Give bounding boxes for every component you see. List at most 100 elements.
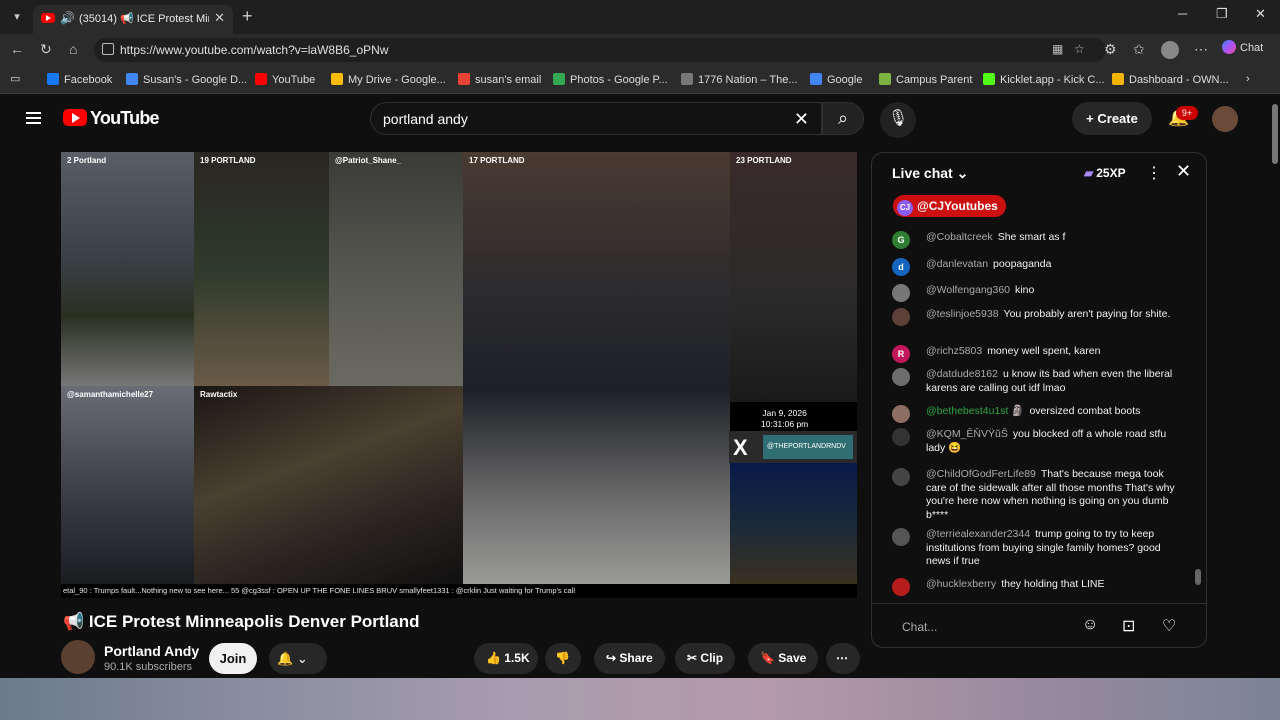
chat-close-icon[interactable]: ✕ xyxy=(1176,161,1191,182)
video-panel: @Patriot_Shane_ xyxy=(329,152,463,386)
extensions-icon[interactable]: ⚙ xyxy=(1104,41,1117,58)
chat-avatar[interactable] xyxy=(892,578,910,596)
bookmark-icon: 🔖 xyxy=(760,651,775,665)
reading-list-icon[interactable]: ▭ xyxy=(10,72,20,85)
bookmark-photos[interactable]: Photos - Google P... xyxy=(553,73,668,86)
video-title: 📢 ICE Protest Minneapolis Denver Portlan… xyxy=(63,612,420,631)
channel-avatar[interactable] xyxy=(61,640,95,674)
chat-scrollbar[interactable] xyxy=(1194,229,1202,599)
voice-search-button[interactable]: 🎙 xyxy=(880,102,916,138)
join-button[interactable]: Join xyxy=(209,643,257,674)
bookmark-dashboard[interactable]: Dashboard - OWN... xyxy=(1112,73,1229,86)
chat-avatar[interactable] xyxy=(892,368,910,386)
bookmark-google-docs[interactable]: Susan's - Google D... xyxy=(126,73,247,86)
video-panel-main: 17 PORTLAND xyxy=(463,152,730,584)
drive-icon xyxy=(331,73,343,85)
more-actions-button[interactable]: ⋯ xyxy=(826,643,860,674)
copilot-chat-button[interactable]: Chat xyxy=(1222,40,1263,54)
chat-avatar[interactable] xyxy=(892,284,910,302)
x-handle: @THEPORTLANDRNDV xyxy=(763,435,853,459)
subscription-bell-button[interactable]: 🔔 ⌄ xyxy=(269,643,327,674)
copilot-icon xyxy=(1222,40,1236,54)
speaker-icon[interactable]: 🔊 xyxy=(60,11,75,25)
live-chat-mode-dropdown[interactable]: Live chat ⌄ xyxy=(892,165,968,182)
account-avatar[interactable] xyxy=(1212,106,1238,132)
bookmark-kicklet[interactable]: Kicklet.app - Kick C... xyxy=(983,73,1105,86)
chat-message: @terriealexander2344 trump going to try t… xyxy=(892,528,1182,569)
chat-avatar[interactable] xyxy=(892,405,910,423)
youtube-logo-text[interactable]: YouTube xyxy=(90,108,160,129)
clear-search-icon[interactable]: ✕ xyxy=(794,109,809,130)
site-info-icon[interactable] xyxy=(102,43,114,55)
bookmarks-overflow-icon[interactable]: › xyxy=(1246,73,1250,85)
pinned-avatar: CJ xyxy=(897,200,913,216)
heart-icon[interactable]: ♡ xyxy=(1162,616,1176,636)
reload-icon[interactable]: ↻ xyxy=(40,41,52,58)
chat-message: R @richz5803 money well spent, karen xyxy=(892,345,1182,363)
like-button[interactable]: 👍 1.5K xyxy=(474,643,538,674)
new-tab-button[interactable]: + xyxy=(242,6,253,27)
google-docs-icon xyxy=(126,73,138,85)
bookmark-facebook[interactable]: Facebook xyxy=(47,73,112,86)
chat-ticker: etal_90 : Trumps fault...Nothing new to … xyxy=(61,584,857,598)
chat-avatar[interactable] xyxy=(892,308,910,326)
facebook-icon xyxy=(47,73,59,85)
search-button[interactable]: ⌕ xyxy=(822,102,864,135)
url-bar[interactable]: https://www.youtube.com/watch?v=laW8B6_o… xyxy=(94,38,1106,62)
emoji-icon[interactable]: ☺ xyxy=(1082,616,1098,634)
chat-input-placeholder: Chat... xyxy=(902,620,938,634)
bookmark-google[interactable]: Google xyxy=(810,73,862,86)
create-button[interactable]: + Create xyxy=(1072,102,1152,135)
chat-more-icon[interactable]: ⋮ xyxy=(1146,163,1162,183)
clip-button[interactable]: ✂ Clip xyxy=(675,643,736,674)
address-toolbar: ← ↻ ⌂ https://www.youtube.com/watch?v=la… xyxy=(0,34,1280,66)
menu-icon[interactable] xyxy=(26,112,41,124)
window-close-icon[interactable]: ✕ xyxy=(1255,6,1266,22)
chat-input[interactable]: Chat... ☺ ⊡ ♡ xyxy=(872,603,1206,647)
chat-avatar[interactable]: G xyxy=(892,231,910,249)
chat-messages: G @Cobaltcreek She smart as f d @danlevat… xyxy=(872,225,1192,603)
pinned-member[interactable]: CJ @CJYoutubes xyxy=(893,195,1006,217)
chat-message: @teslinjoe5938 You probably aren't paying… xyxy=(892,308,1182,326)
scissors-icon: ✂ xyxy=(687,651,698,665)
page-scroll-thumb[interactable] xyxy=(1272,104,1278,164)
tab-list-icon[interactable]: ▾ xyxy=(6,7,28,27)
bookmark-1776-nation[interactable]: 1776 Nation – The... xyxy=(681,73,797,86)
profile-avatar[interactable] xyxy=(1161,41,1179,59)
save-button[interactable]: 🔖 Save xyxy=(748,643,819,674)
tab-close-icon[interactable]: ✕ xyxy=(214,10,225,26)
desktop-wallpaper-strip xyxy=(0,678,1280,720)
bookmark-email[interactable]: susan's email xyxy=(458,73,541,86)
chat-message: @bethebest4u1st 🗿 oversized combat boots xyxy=(892,405,1182,423)
bookmark-campus-parent[interactable]: Campus Parent xyxy=(879,73,972,86)
chat-scroll-thumb[interactable] xyxy=(1195,569,1201,585)
apps-icon[interactable]: ▦ xyxy=(1052,42,1063,56)
youtube-logo-icon[interactable] xyxy=(63,109,87,126)
search-input[interactable]: portland andy ✕ xyxy=(370,102,822,135)
chat-avatar[interactable]: R xyxy=(892,345,910,363)
page-scrollbar[interactable] xyxy=(1270,94,1280,678)
super-chat-icon[interactable]: ⊡ xyxy=(1122,616,1135,636)
maximize-icon[interactable]: ❐ xyxy=(1216,6,1228,22)
video-player[interactable]: 2 Portland 19 PORTLAND @Patriot_Shane_ 1… xyxy=(61,152,857,598)
chat-avatar[interactable]: d xyxy=(892,258,910,276)
share-button[interactable]: ↪ Share xyxy=(594,643,665,674)
xp-badge[interactable]: ▰ 25XP xyxy=(1084,166,1126,180)
bookmark-my-drive[interactable]: My Drive - Google... xyxy=(331,73,446,86)
favorite-star-icon[interactable]: ☆ xyxy=(1074,42,1085,56)
chat-avatar[interactable] xyxy=(892,528,910,546)
bookmark-youtube[interactable]: YouTube xyxy=(255,73,315,86)
browser-tab-active[interactable]: 🔊 (35014) 📢 ICE Protest Minne ✕ xyxy=(33,5,233,34)
back-icon[interactable]: ← xyxy=(10,41,24,57)
minimize-icon[interactable]: ─ xyxy=(1178,6,1187,21)
home-icon[interactable]: ⌂ xyxy=(69,41,77,57)
video-panel: 2 Portland xyxy=(61,152,194,386)
chat-message: @ChildOfGodFerLife89 That's because mega … xyxy=(892,468,1182,522)
chat-avatar[interactable] xyxy=(892,428,910,446)
more-icon[interactable]: ⋯ xyxy=(1194,41,1208,58)
channel-name[interactable]: Portland Andy xyxy=(104,643,199,659)
dislike-button[interactable]: 👎 xyxy=(545,643,581,674)
favorites-icon[interactable]: ✩ xyxy=(1133,41,1145,58)
chat-avatar[interactable] xyxy=(892,468,910,486)
xp-icon: ▰ xyxy=(1084,166,1094,180)
